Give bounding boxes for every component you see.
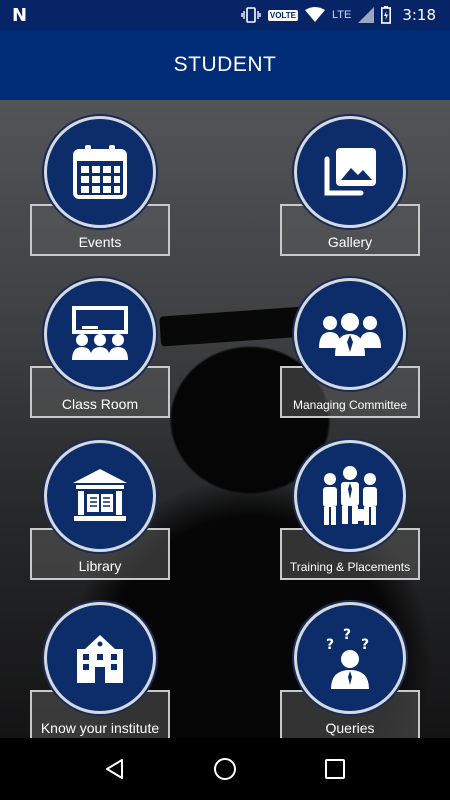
tile-icon-circle xyxy=(44,602,156,714)
tile-class-room[interactable]: Class Room xyxy=(30,278,170,422)
svg-text:?: ? xyxy=(361,637,369,653)
tile-icon-circle: ? ? ? xyxy=(294,602,406,714)
tile-label-library: Library xyxy=(78,558,122,574)
back-button[interactable] xyxy=(95,749,135,789)
tile-label-managing-committee: Managing Committee xyxy=(292,398,408,412)
page-title: STUDENT xyxy=(173,53,277,76)
signal-icon xyxy=(358,7,375,23)
svg-text:?: ? xyxy=(326,637,334,653)
lte-label: LTE xyxy=(331,9,352,21)
institute-icon xyxy=(77,635,123,683)
classroom-icon xyxy=(72,306,128,360)
svg-text:?: ? xyxy=(343,627,351,643)
tile-icon-circle xyxy=(294,278,406,390)
tile-know-your-institute[interactable]: Know your institute xyxy=(30,602,170,738)
home-circle-icon xyxy=(214,758,236,780)
dashboard-content: Events Gallery Class Room Managing Commi… xyxy=(0,100,450,738)
back-triangle-icon xyxy=(106,759,123,779)
tile-icon-circle xyxy=(44,116,156,228)
system-nav-bar xyxy=(0,738,450,800)
status-bar: N VOLTE LTE 3:18 xyxy=(0,0,450,30)
recents-button[interactable] xyxy=(315,749,355,789)
volte-badge: VOLTE xyxy=(267,9,298,21)
notification-n-icon: N xyxy=(12,5,28,26)
wifi-icon xyxy=(304,7,325,22)
tile-label-queries: Queries xyxy=(325,720,375,736)
recents-square-icon xyxy=(325,759,345,779)
tile-gallery[interactable]: Gallery xyxy=(280,116,420,260)
tile-label-events: Events xyxy=(78,234,122,250)
tile-icon-circle xyxy=(44,278,156,390)
tile-label-gallery: Gallery xyxy=(327,234,373,250)
status-icons: VOLTE LTE 3:18 xyxy=(241,0,436,30)
home-button[interactable] xyxy=(205,749,245,789)
battery-icon xyxy=(381,6,392,24)
queries-icon: ? ? ? xyxy=(326,627,369,689)
tile-library[interactable]: Library xyxy=(30,440,170,584)
vibrate-icon xyxy=(241,7,261,23)
tile-icon-circle xyxy=(44,440,156,552)
calendar-icon xyxy=(73,145,127,199)
tile-icon-circle xyxy=(294,116,406,228)
clock: 3:18 xyxy=(402,6,436,24)
tile-training-placements[interactable]: Training & Placements xyxy=(280,440,420,584)
tile-icon-circle xyxy=(294,440,406,552)
library-icon xyxy=(73,469,127,521)
gallery-icon xyxy=(324,148,376,196)
tile-label-training-placements: Training & Placements xyxy=(289,560,411,574)
tile-label-class-room: Class Room xyxy=(61,396,139,412)
tile-managing-committee[interactable]: Managing Committee xyxy=(280,278,420,422)
tile-events[interactable]: Events xyxy=(30,116,170,260)
training-icon xyxy=(323,466,377,525)
tile-label-know-your-institute: Know your institute xyxy=(40,720,160,736)
tile-queries[interactable]: Queries ? ? ? xyxy=(280,602,420,738)
app-bar: STUDENT xyxy=(0,30,450,100)
committee-icon xyxy=(319,313,381,356)
